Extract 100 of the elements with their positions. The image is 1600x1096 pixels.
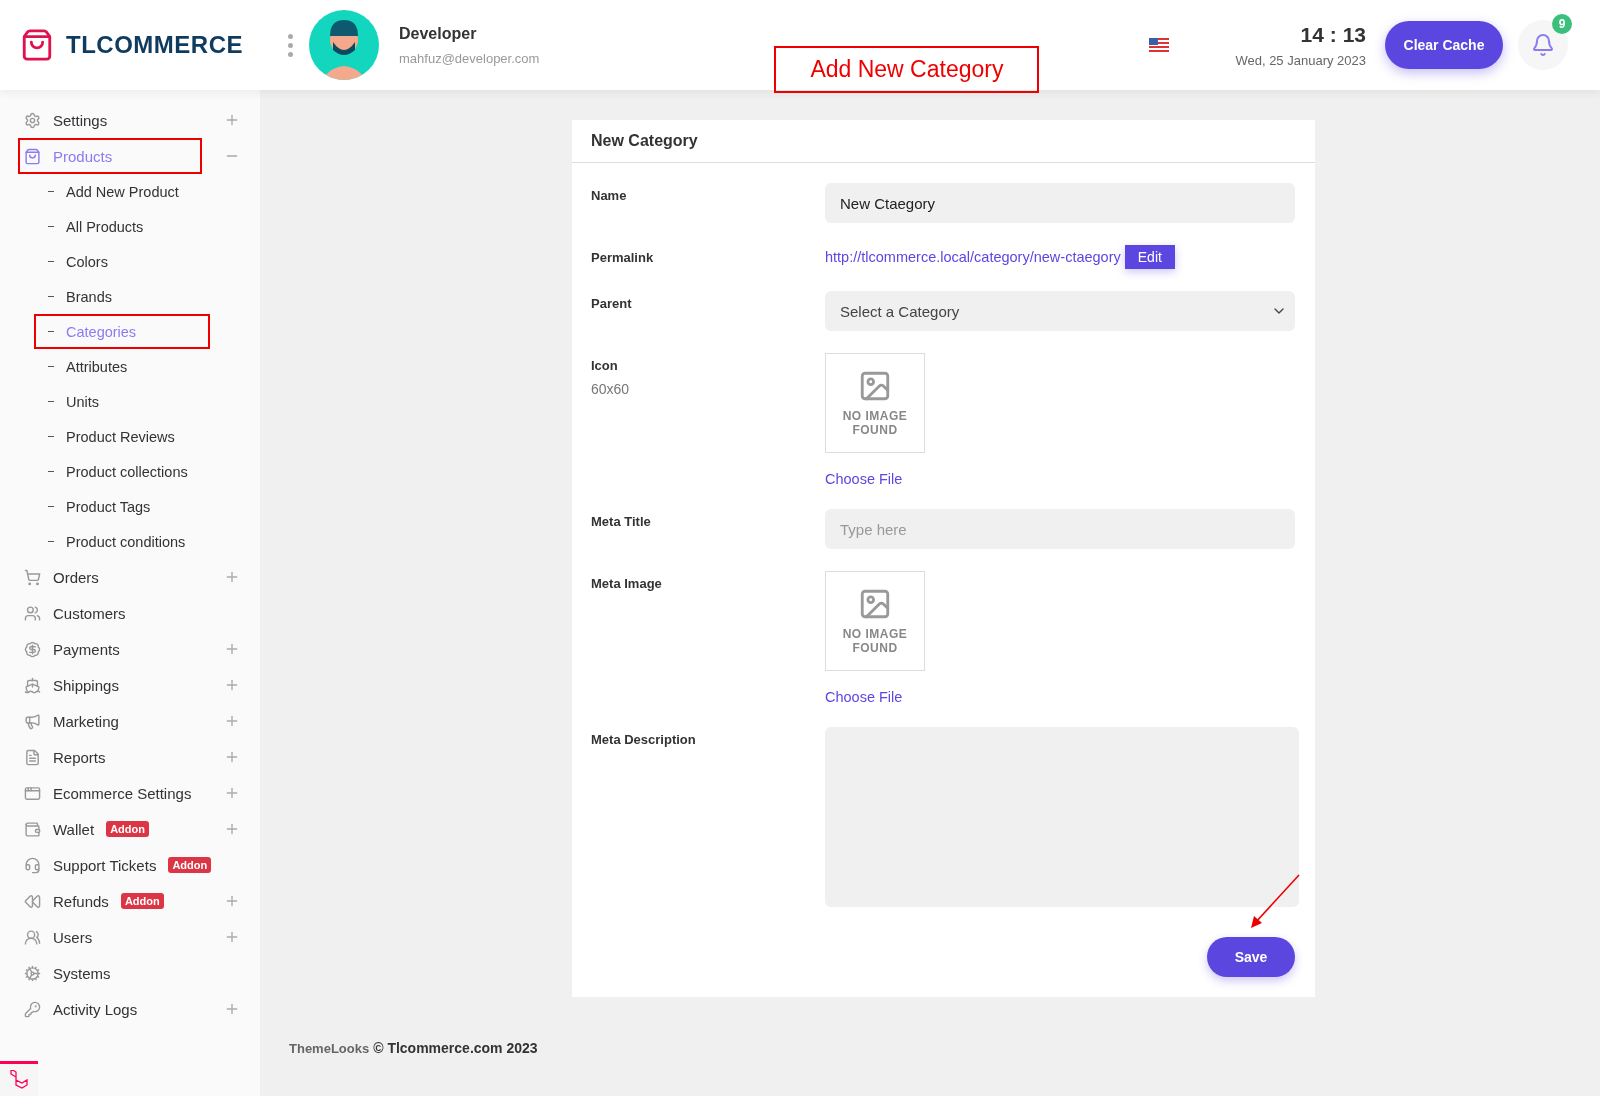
sidebar-item[interactable]: Refunds xyxy=(20,885,113,917)
dash-icon xyxy=(48,436,54,437)
permalink-link[interactable]: http://tlcommerce.local/category/new-ctaegory xyxy=(825,249,1121,265)
dash-icon xyxy=(48,366,54,367)
sidebar-item[interactable]: Payments xyxy=(20,633,124,665)
submenu-item[interactable]: Add New Product xyxy=(34,174,193,209)
menu-icon xyxy=(24,856,41,874)
menu-icon xyxy=(24,147,41,165)
sidebar-item[interactable]: Settings xyxy=(20,104,112,136)
expand-icon[interactable] xyxy=(224,641,240,657)
expand-icon[interactable] xyxy=(224,749,240,765)
addon-badge: Addon xyxy=(120,893,164,909)
menu-icon xyxy=(24,640,41,658)
dash-icon xyxy=(48,331,54,332)
dash-icon xyxy=(48,401,54,402)
clock-time: 14 : 13 xyxy=(1300,22,1366,47)
flag-icon[interactable] xyxy=(1149,38,1170,52)
submenu-item[interactable]: Product collections xyxy=(34,454,202,489)
sidebar-item[interactable]: Reports xyxy=(20,741,110,773)
save-button[interactable]: Save xyxy=(1207,937,1295,977)
text-field[interactable]: New Ctaegory xyxy=(825,183,1295,223)
no-image-text: NO IMAGE FOUND xyxy=(841,627,909,655)
menu-icon xyxy=(24,928,41,946)
notification-button[interactable] xyxy=(1518,20,1568,70)
more-icon[interactable] xyxy=(288,33,293,57)
menu-icon xyxy=(24,892,41,910)
submenu-item[interactable]: Product Reviews xyxy=(34,419,189,454)
image-icon xyxy=(858,587,892,621)
card-title: New Category xyxy=(572,120,1315,163)
menu-icon xyxy=(24,712,41,730)
expand-icon[interactable] xyxy=(224,677,240,693)
sidebar-item[interactable]: Shippings xyxy=(20,669,123,701)
sidebar-item[interactable]: Wallet xyxy=(20,813,99,845)
addon-badge: Addon xyxy=(168,857,212,873)
dash-icon xyxy=(48,541,54,542)
dash-icon xyxy=(48,471,54,472)
footer-company: ThemeLooks xyxy=(289,1041,370,1056)
menu-icon xyxy=(24,676,41,694)
field-label: Meta Description xyxy=(591,732,697,747)
size-hint: 60x60 xyxy=(591,381,631,397)
submenu-item[interactable]: Brands xyxy=(34,279,126,314)
menu-icon xyxy=(24,1000,41,1018)
parent-select[interactable]: Select a Category xyxy=(825,291,1295,331)
sidebar-item[interactable]: Users xyxy=(20,921,97,953)
expand-icon[interactable] xyxy=(224,785,240,801)
choose-file-link[interactable]: Choose File xyxy=(825,689,903,705)
field-label: Icon xyxy=(591,358,619,373)
edit-button[interactable]: Edit xyxy=(1124,245,1175,269)
submenu-item[interactable]: Attributes xyxy=(34,349,142,384)
field-label: Permalink xyxy=(591,250,655,265)
footer-copyright: © Tlcommerce.com 2023 xyxy=(373,1040,538,1056)
menu-icon xyxy=(24,784,41,802)
clock-date: Wed, 25 January 2023 xyxy=(1235,52,1366,68)
dash-icon xyxy=(48,226,54,227)
textarea-field[interactable] xyxy=(825,727,1299,907)
image-icon xyxy=(858,369,892,403)
menu-icon xyxy=(24,748,41,766)
submenu-item[interactable]: Product conditions xyxy=(34,524,200,559)
expand-icon[interactable] xyxy=(224,112,240,128)
text-field[interactable]: Type here xyxy=(825,509,1295,549)
dash-icon xyxy=(48,261,54,262)
sidebar-item[interactable]: Support Tickets xyxy=(20,849,161,881)
logo-icon xyxy=(20,28,54,62)
choose-file-link[interactable]: Choose File xyxy=(825,471,903,487)
menu-icon xyxy=(24,111,41,129)
user-email: mahfuz@developer.com xyxy=(399,50,540,66)
field-label: Meta Image xyxy=(591,576,663,591)
sidebar-item[interactable]: Ecommerce Settings xyxy=(20,777,196,809)
sidebar-item[interactable]: Orders xyxy=(20,561,103,593)
menu-icon xyxy=(24,604,41,622)
notification-badge: 9 xyxy=(1552,14,1572,34)
dash-icon xyxy=(48,296,54,297)
expand-icon[interactable] xyxy=(224,1001,240,1017)
submenu-item[interactable]: Units xyxy=(34,384,114,419)
sidebar-item[interactable]: Activity Logs xyxy=(20,993,142,1025)
sidebar-item[interactable]: Marketing xyxy=(20,705,123,737)
expand-icon[interactable] xyxy=(224,713,240,729)
clear-cache-button[interactable]: Clear Cache xyxy=(1385,21,1503,69)
dash-icon xyxy=(48,506,54,507)
field-label: Parent xyxy=(591,296,633,311)
expand-icon[interactable] xyxy=(224,893,240,909)
expand-icon[interactable] xyxy=(224,569,240,585)
menu-icon xyxy=(24,568,41,586)
no-image-text: NO IMAGE FOUND xyxy=(841,409,909,437)
annotation-label: Add New Category xyxy=(774,46,1040,93)
submenu-item[interactable]: Colors xyxy=(34,244,122,279)
sidebar-item[interactable]: Customers xyxy=(20,597,130,629)
dash-icon xyxy=(48,191,54,192)
submenu-item[interactable]: Product Tags xyxy=(34,489,165,524)
menu-icon xyxy=(24,964,41,982)
user-name: Developer xyxy=(399,24,478,43)
addon-badge: Addon xyxy=(106,821,149,837)
field-label: Meta Title xyxy=(591,514,652,529)
expand-icon[interactable] xyxy=(224,929,240,945)
submenu-item[interactable]: All Products xyxy=(34,209,158,244)
menu-icon xyxy=(24,820,41,838)
brand-logo: TLCOMMERCE xyxy=(66,31,243,59)
sidebar-item[interactable]: Systems xyxy=(20,957,115,989)
expand-icon[interactable] xyxy=(224,821,240,837)
bell-icon xyxy=(1531,33,1555,57)
